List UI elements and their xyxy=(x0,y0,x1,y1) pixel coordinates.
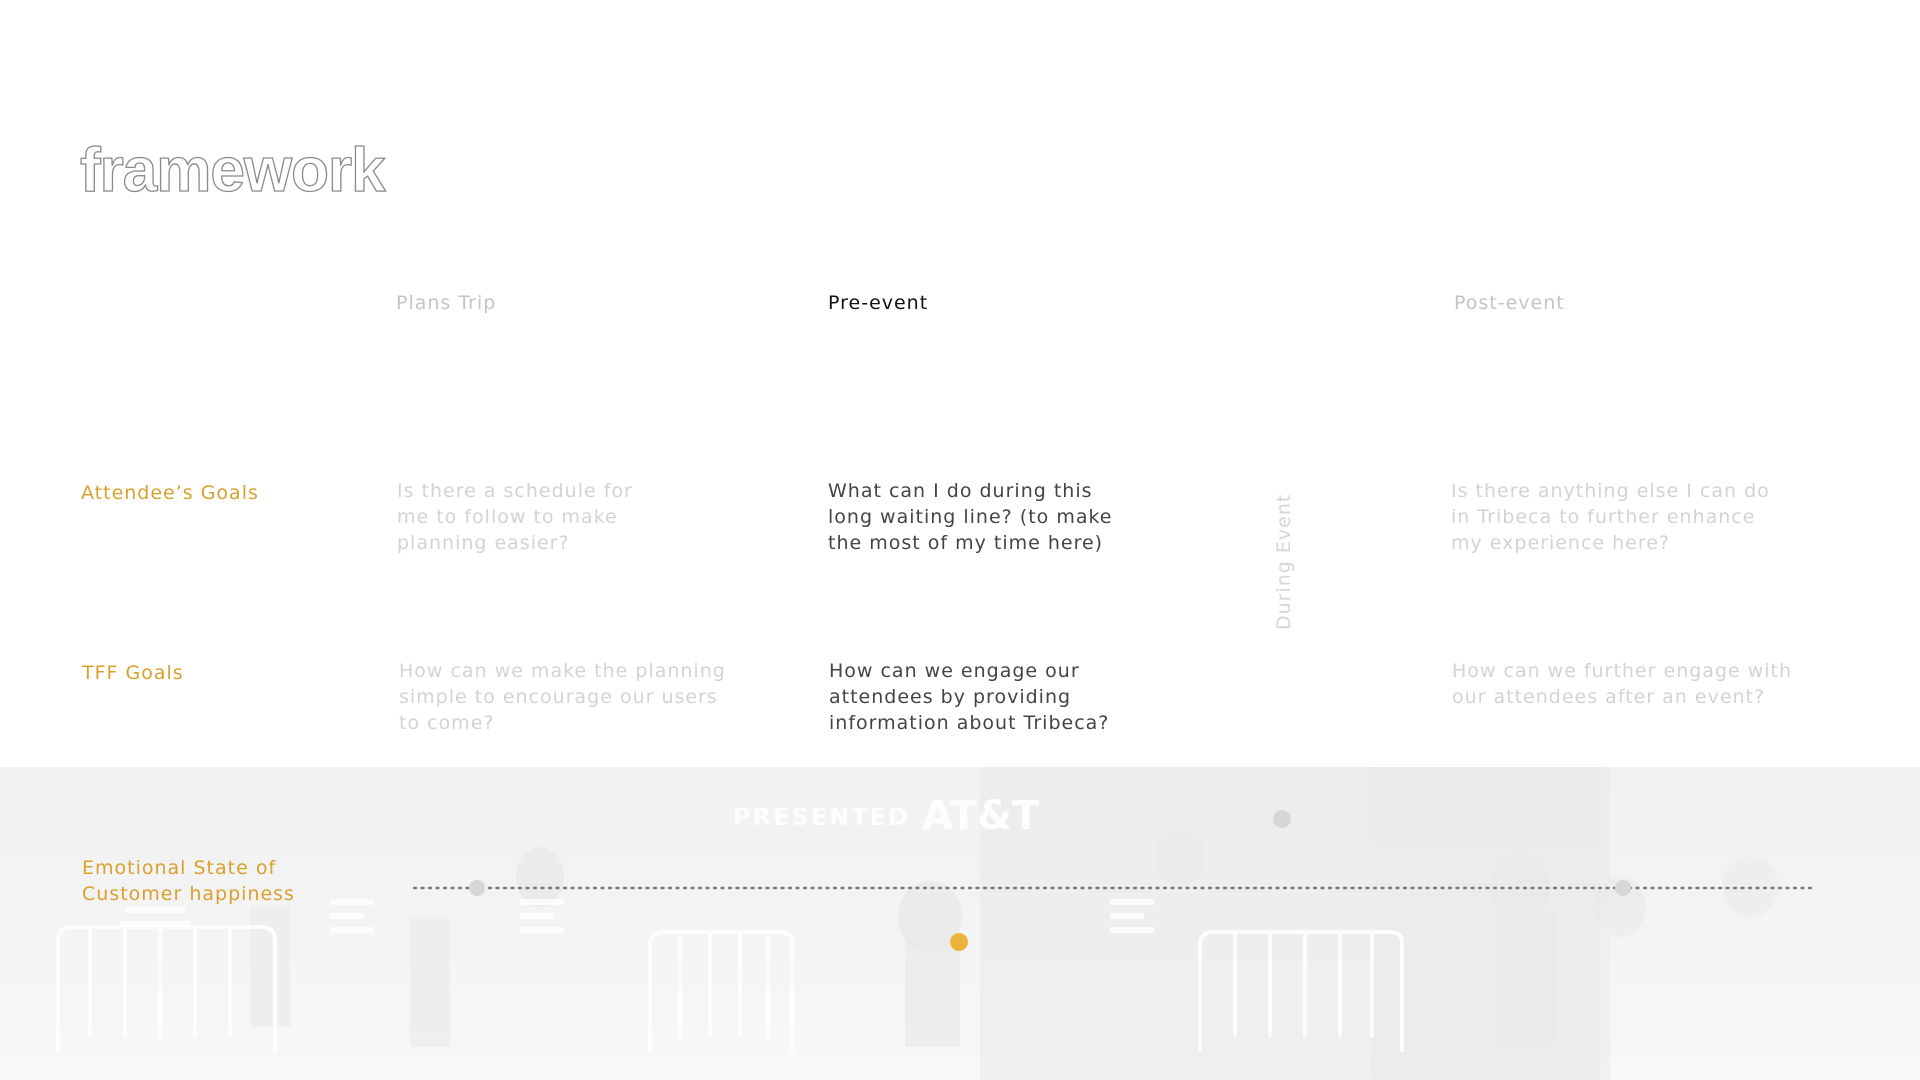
pre-event-happiness-dot xyxy=(950,933,968,951)
plans-trip-happiness-dot xyxy=(469,880,485,896)
happiness-timeline xyxy=(412,810,1814,951)
during-event-happiness-dot xyxy=(1273,810,1291,828)
post-event-happiness-dot xyxy=(1615,880,1631,896)
